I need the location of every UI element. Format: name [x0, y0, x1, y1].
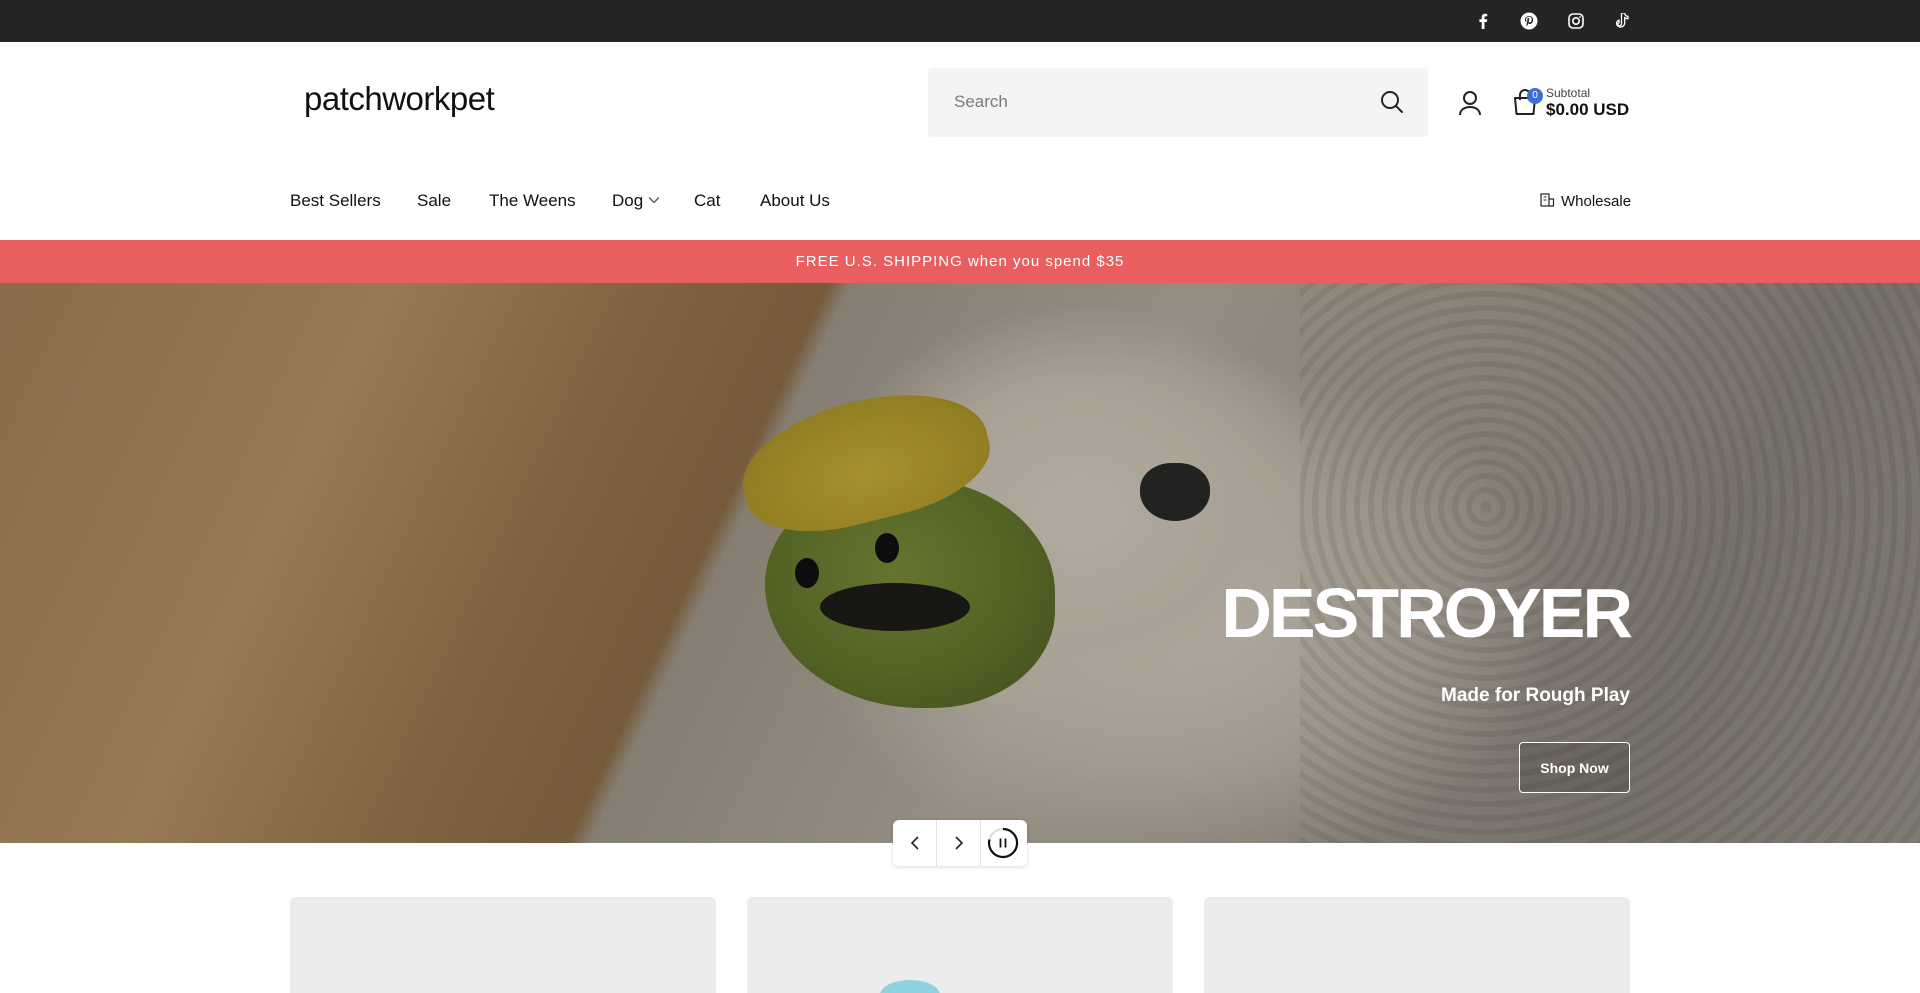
nav-cat[interactable]: Cat	[694, 191, 720, 211]
chevron-right-icon	[954, 836, 963, 850]
slider-pause-button[interactable]	[981, 820, 1025, 866]
search-input[interactable]	[954, 90, 1354, 114]
shop-now-button[interactable]: Shop Now	[1519, 742, 1630, 793]
hero-overlay	[0, 283, 1920, 843]
announcement-bar: FREE U.S. SHIPPING when you spend $35	[0, 240, 1920, 283]
nav-sale[interactable]: Sale	[417, 191, 451, 211]
site-logo[interactable]: patchworkpet	[304, 80, 495, 118]
pinterest-icon[interactable]	[1519, 11, 1539, 31]
subtotal-label: Subtotal	[1546, 86, 1591, 100]
nav-dog[interactable]: Dog	[612, 191, 643, 211]
social-bar	[0, 0, 1920, 42]
slider-next-button[interactable]	[937, 820, 981, 866]
hero-title: DESTROYER	[1221, 574, 1633, 652]
instagram-icon[interactable]	[1566, 11, 1586, 31]
hero-banner: DESTROYER Made for Rough Play Shop Now	[0, 283, 1920, 843]
chevron-down-icon[interactable]	[648, 196, 660, 204]
pause-icon	[987, 827, 1019, 859]
tiktok-icon[interactable]	[1612, 11, 1632, 31]
wholesale-link[interactable]: Wholesale	[1561, 193, 1631, 210]
search-box[interactable]	[928, 68, 1428, 137]
cart-count-badge: 0	[1527, 88, 1543, 104]
nav-about-us[interactable]: About Us	[760, 191, 830, 211]
product-card[interactable]	[1204, 897, 1630, 993]
hero-subtitle: Made for Rough Play	[1441, 685, 1630, 706]
wholesale-icon	[1540, 193, 1555, 207]
search-icon[interactable]	[1380, 90, 1404, 114]
nav-the-weens[interactable]: The Weens	[489, 191, 576, 211]
product-card[interactable]	[290, 897, 716, 993]
slider-prev-button[interactable]	[893, 820, 937, 866]
nav-best-sellers[interactable]: Best Sellers	[290, 191, 381, 211]
facebook-icon[interactable]	[1473, 11, 1493, 31]
product-card[interactable]	[747, 897, 1173, 993]
subtotal-value[interactable]: $0.00 USD	[1546, 100, 1629, 120]
account-icon[interactable]	[1458, 90, 1482, 116]
slider-controls	[893, 820, 1027, 866]
chevron-left-icon	[910, 836, 919, 850]
